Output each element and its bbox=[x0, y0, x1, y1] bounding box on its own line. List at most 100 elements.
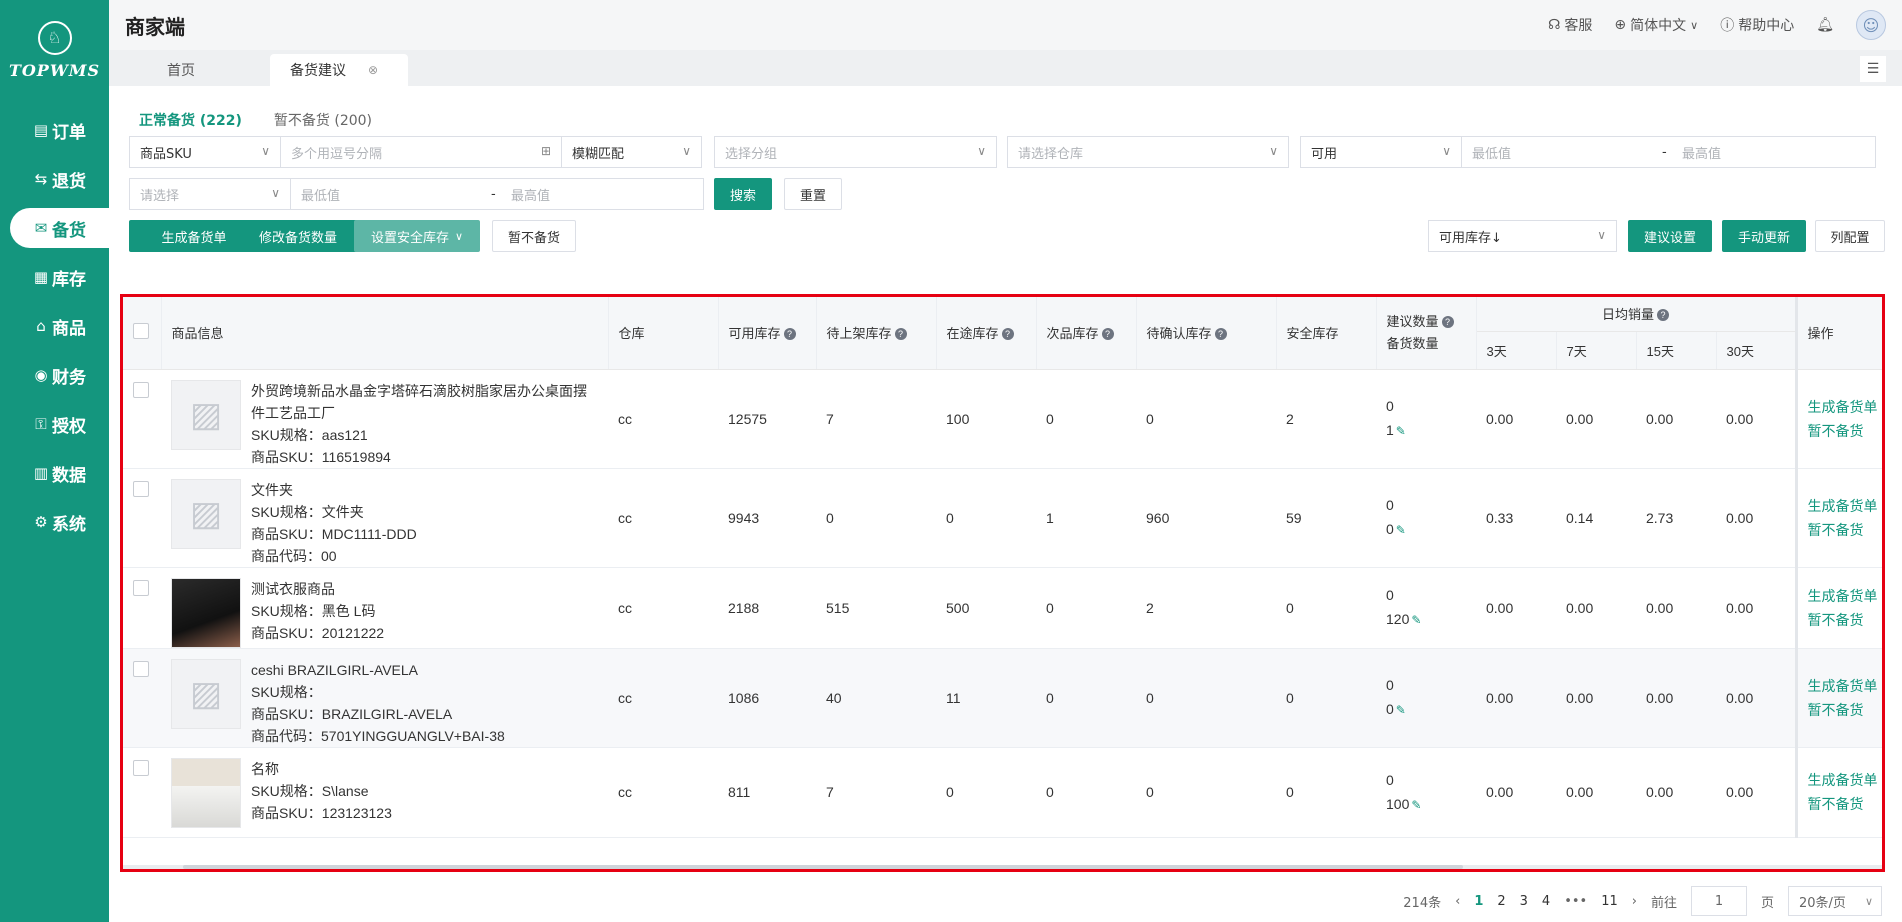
generate-order-link[interactable]: 生成备货单 bbox=[1808, 494, 1878, 518]
notification-bell[interactable]: 🔔︎ bbox=[1816, 17, 1834, 33]
sales-7d-cell: 0.00 bbox=[1556, 747, 1636, 838]
row-checkbox[interactable] bbox=[133, 381, 149, 398]
sidebar-item-auth[interactable]: ⚿ 授权 bbox=[10, 404, 109, 444]
horizontal-scrollbar[interactable] bbox=[123, 865, 1882, 869]
logo[interactable]: ♘ TOPWMS bbox=[0, 0, 109, 100]
stock-type-select[interactable]: 可用 ∨ bbox=[1300, 136, 1462, 168]
edit-pencil-icon[interactable]: ✎ bbox=[1396, 703, 1406, 717]
help-icon[interactable]: ? bbox=[1101, 328, 1114, 341]
page-last[interactable]: 11 bbox=[1601, 894, 1618, 909]
pause-stock-link[interactable]: 暂不备货 bbox=[1808, 518, 1873, 542]
user-avatar[interactable]: ☺ bbox=[1856, 10, 1886, 40]
language-select[interactable]: ⊕ 简体中文 ∨ bbox=[1614, 15, 1698, 35]
in-transit-cell: 500 bbox=[936, 567, 1036, 649]
sidebar-item-inventory[interactable]: ▦ 库存 bbox=[10, 257, 109, 297]
value-range-input[interactable]: 最低值 - 最高值 bbox=[290, 178, 704, 210]
help-icon[interactable]: ? bbox=[1001, 328, 1014, 341]
row-checkbox[interactable] bbox=[133, 480, 149, 497]
safety-stock-button[interactable]: 设置安全库存 ∨ bbox=[354, 220, 480, 252]
pause-stock-link[interactable]: 暂不备货 bbox=[1808, 792, 1873, 816]
help-icon[interactable]: ? bbox=[1441, 315, 1454, 328]
sidebar-item-order[interactable]: ▤ 订单 bbox=[10, 110, 109, 150]
warehouse-cell: cc bbox=[608, 567, 718, 649]
generate-order-link[interactable]: 生成备货单 bbox=[1808, 674, 1878, 698]
warehouse-select[interactable]: 请选择仓库 ∨ bbox=[1007, 136, 1289, 168]
edit-pencil-icon[interactable]: ✎ bbox=[1396, 424, 1406, 438]
sort-value: 可用库存↓ bbox=[1439, 230, 1502, 246]
row-checkbox[interactable] bbox=[133, 579, 149, 596]
edit-pencil-icon[interactable]: ✎ bbox=[1396, 523, 1406, 537]
help-icon[interactable]: ? bbox=[894, 328, 907, 341]
page-size-select[interactable]: 20条/页 ∨ bbox=[1788, 886, 1882, 916]
stock-min-input[interactable]: 最低值 bbox=[1472, 143, 1662, 162]
search-button[interactable]: 搜索 bbox=[714, 178, 772, 210]
col-defective: 次品库存? bbox=[1036, 297, 1137, 370]
row-checkbox[interactable] bbox=[133, 759, 149, 776]
edit-pencil-icon[interactable]: ✎ bbox=[1411, 613, 1421, 627]
modify-qty-button[interactable]: 修改备货数量 bbox=[235, 220, 361, 252]
help-icon[interactable]: ? bbox=[1657, 309, 1670, 322]
sales-30d-cell: 0.00 bbox=[1716, 468, 1797, 568]
sidebar-item-system[interactable]: ⚙ 系统 bbox=[10, 502, 109, 542]
stock-range-input[interactable]: 最低值 - 最高值 bbox=[1461, 136, 1876, 168]
prev-page-icon[interactable]: ‹ bbox=[1455, 894, 1460, 909]
suggest-settings-button[interactable]: 建议设置 bbox=[1628, 220, 1712, 252]
row-checkbox[interactable] bbox=[133, 660, 149, 677]
sku-input[interactable]: 多个用逗号分隔 ⊞ bbox=[280, 136, 562, 168]
product-image[interactable]: ▨ bbox=[171, 478, 241, 549]
generate-order-link[interactable]: 生成备货单 bbox=[1808, 395, 1878, 419]
stock-max-input[interactable]: 最高值 bbox=[1682, 143, 1721, 162]
scrollbar-thumb[interactable] bbox=[183, 865, 1463, 869]
group-select[interactable]: 选择分组 ∨ bbox=[714, 136, 997, 168]
edit-pencil-icon[interactable]: ✎ bbox=[1411, 798, 1421, 812]
sidebar-item-data[interactable]: ▥ 数据 bbox=[10, 453, 109, 493]
sales-3d-cell: 0.33 bbox=[1476, 468, 1556, 568]
pause-stock-link[interactable]: 暂不备货 bbox=[1808, 608, 1873, 632]
ops-cell: 生成备货单 暂不备货 bbox=[1794, 369, 1882, 469]
value-max-input[interactable]: 最高值 bbox=[511, 185, 550, 204]
close-icon[interactable]: ⊗ bbox=[368, 63, 378, 77]
sku-type-value: 商品SKU bbox=[140, 146, 192, 162]
menu-toggle[interactable]: ☰ bbox=[1860, 56, 1886, 82]
product-image[interactable]: ▨ bbox=[171, 379, 241, 450]
help-center-link[interactable]: ⓘ 帮助中心 bbox=[1720, 15, 1794, 35]
tab-home[interactable]: 首页 bbox=[147, 54, 215, 86]
page-3[interactable]: 3 bbox=[1520, 894, 1528, 909]
sidebar-item-finance[interactable]: ◉ 财务 bbox=[10, 355, 109, 395]
manual-update-button[interactable]: 手动更新 bbox=[1722, 220, 1806, 252]
page-ellipsis[interactable]: ••• bbox=[1564, 894, 1587, 909]
value-min-input[interactable]: 最低值 bbox=[301, 185, 491, 204]
tab-stock-suggestion[interactable]: 备货建议 ⊗ bbox=[270, 54, 408, 86]
page-2[interactable]: 2 bbox=[1497, 894, 1505, 909]
pause-stock-button[interactable]: 暂不备货 bbox=[492, 220, 576, 252]
sidebar-item-product[interactable]: ⌂ 商品 bbox=[10, 306, 109, 346]
help-icon[interactable]: ? bbox=[783, 328, 796, 341]
product-image[interactable]: ▨ bbox=[171, 658, 241, 729]
sku-type-select[interactable]: 商品SKU ∨ bbox=[129, 136, 281, 168]
goto-page-input[interactable]: 1 bbox=[1690, 886, 1747, 916]
product-icon: ⌂ bbox=[36, 317, 46, 335]
pause-stock-link[interactable]: 暂不备货 bbox=[1808, 698, 1873, 722]
header: 商家端 ☊ 客服 ⊕ 简体中文 ∨ ⓘ 帮助中心 🔔︎ ☺ bbox=[109, 0, 1902, 50]
customer-service-link[interactable]: ☊ 客服 bbox=[1548, 15, 1592, 35]
select-all-checkbox[interactable] bbox=[133, 323, 149, 340]
field-select[interactable]: 请选择 ∨ bbox=[129, 178, 291, 210]
match-mode-select[interactable]: 模糊匹配 ∨ bbox=[561, 136, 702, 168]
generate-order-link[interactable]: 生成备货单 bbox=[1808, 768, 1878, 792]
next-page-icon[interactable]: › bbox=[1632, 894, 1637, 909]
product-title: ceshi BRAZILGIRL-AVELA bbox=[251, 661, 419, 678]
pause-stock-link[interactable]: 暂不备货 bbox=[1808, 419, 1873, 443]
page-1[interactable]: 1 bbox=[1474, 894, 1483, 909]
batch-input-icon[interactable]: ⊞ bbox=[541, 144, 551, 158]
generate-order-link[interactable]: 生成备货单 bbox=[1808, 584, 1878, 608]
col-available: 可用库存? bbox=[718, 297, 817, 370]
product-image[interactable] bbox=[171, 577, 241, 648]
product-image[interactable] bbox=[171, 757, 241, 828]
page-4[interactable]: 4 bbox=[1542, 894, 1550, 909]
sidebar-item-stock-prep[interactable]: ✉ 备货 bbox=[10, 208, 109, 248]
sort-select[interactable]: 可用库存↓ ∨ bbox=[1428, 220, 1617, 252]
column-config-button[interactable]: 列配置 bbox=[1815, 220, 1885, 252]
help-icon[interactable]: ? bbox=[1214, 328, 1227, 341]
reset-button[interactable]: 重置 bbox=[784, 178, 842, 210]
sidebar-item-return[interactable]: ⇆ 退货 bbox=[10, 159, 109, 199]
